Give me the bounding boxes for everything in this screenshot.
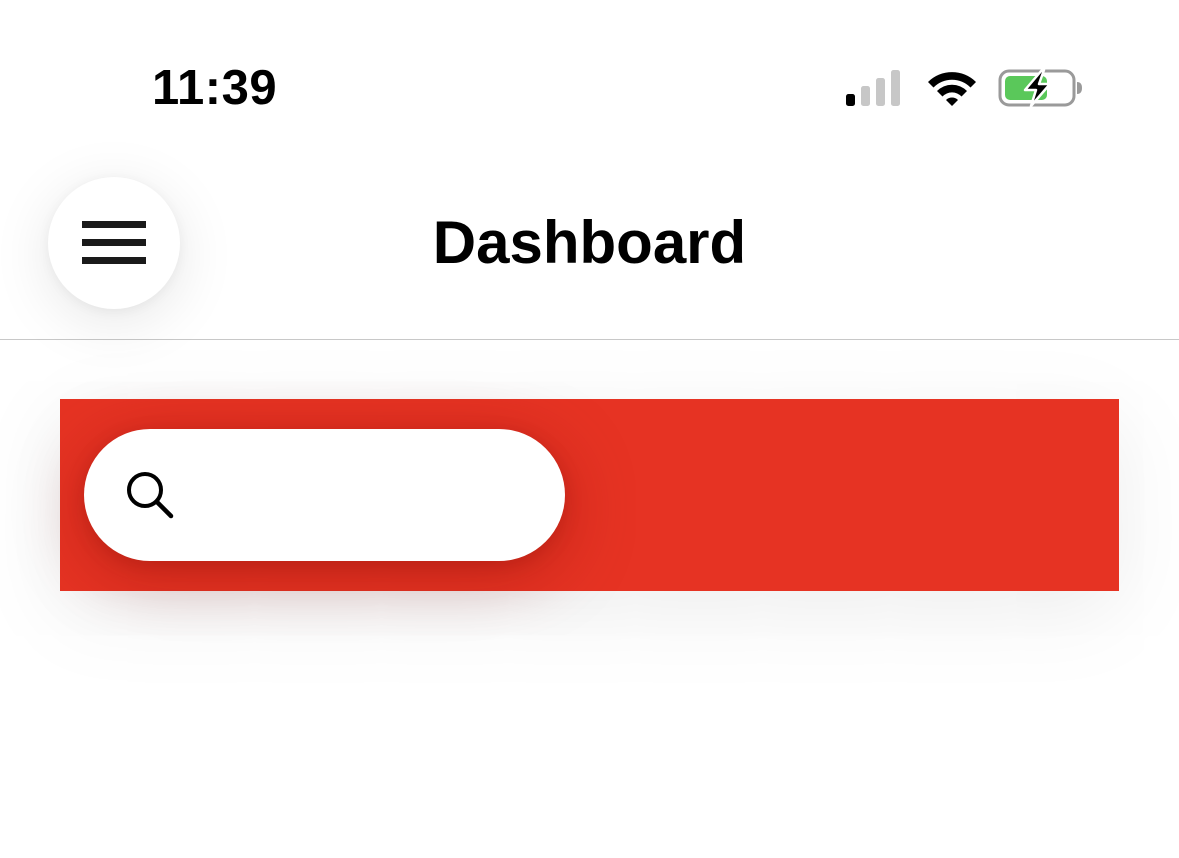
page-title: Dashboard xyxy=(432,209,747,276)
wifi-icon xyxy=(928,72,976,106)
search-input[interactable] xyxy=(198,465,713,525)
navigation-header: Dashboard xyxy=(0,150,1179,340)
app-screen: 11:39 Dashboard xyxy=(0,0,1179,858)
cellular-signal-icon xyxy=(846,70,900,106)
status-time: 11:39 xyxy=(152,61,278,115)
search-icon xyxy=(127,472,174,519)
search-bar[interactable] xyxy=(84,429,713,561)
status-bar: 11:39 xyxy=(0,0,1179,150)
battery-charging-icon xyxy=(998,68,1082,108)
status-icons xyxy=(844,66,1084,110)
hero-banner xyxy=(60,399,1119,591)
